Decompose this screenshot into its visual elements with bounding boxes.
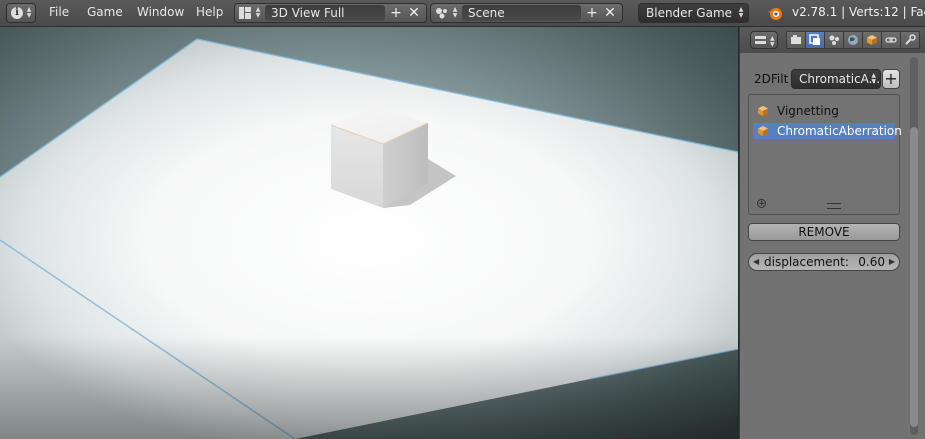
- filter-type-select[interactable]: ChromaticA... ▲ ▼: [791, 69, 881, 89]
- increment-arrow-icon[interactable]: ▶: [889, 254, 895, 270]
- up-down-icon: ▲ ▼: [26, 6, 32, 19]
- up-down-icon: ▲ ▼: [871, 72, 876, 85]
- editor-type-button[interactable]: i ▲ ▼: [6, 3, 36, 23]
- info-icon: i: [11, 7, 23, 19]
- menu-file[interactable]: File: [49, 5, 69, 25]
- viewport-scene: [0, 27, 738, 439]
- screen-layout-field[interactable]: 3D View Full: [265, 5, 385, 21]
- list-resize-icon[interactable]: +: [757, 199, 766, 209]
- panel-scrollbar[interactable]: [910, 57, 918, 435]
- up-down-icon: ▲ ▼: [452, 6, 458, 19]
- add-filter-button[interactable]: +: [882, 69, 900, 89]
- 3d-viewport[interactable]: [0, 27, 738, 439]
- list-item-chromatic-aberration[interactable]: ChromaticAberration: [753, 123, 902, 139]
- world-icon: [848, 35, 858, 45]
- scrollbar-thumb[interactable]: [910, 127, 918, 427]
- menu-window[interactable]: Window: [137, 5, 184, 25]
- constraints-tab[interactable]: [881, 31, 901, 49]
- scene-field[interactable]: Scene: [462, 5, 581, 21]
- object-cube-icon: [867, 35, 877, 45]
- delete-layout-button[interactable]: ✕: [405, 5, 423, 21]
- properties-header: ▲ ▼: [740, 27, 925, 53]
- scene-selector[interactable]: ▲ ▼ Scene + ✕: [430, 3, 623, 23]
- info-header: i ▲ ▼ File Game Window Help ▲ ▼ 3D View Fu…: [0, 0, 925, 27]
- menu-game[interactable]: Game: [87, 5, 123, 25]
- delete-scene-button[interactable]: ✕: [601, 5, 619, 21]
- displacement-value: 0.60: [858, 255, 885, 269]
- displacement-label: displacement:: [764, 255, 849, 269]
- screen-layout-selector[interactable]: ▲ ▼ 3D View Full + ✕: [234, 3, 427, 23]
- scene-stats: v2.78.1 | Verts:12 | Faces:: [792, 5, 925, 19]
- up-down-icon: ▲ ▼: [255, 6, 261, 19]
- object-cube-icon: [758, 126, 768, 136]
- filter-list[interactable]: Vignetting ChromaticAberration +: [748, 94, 902, 215]
- list-item-vignetting[interactable]: Vignetting: [753, 103, 895, 119]
- filter-type-value: ChromaticA...: [799, 72, 881, 86]
- list-item-label: ChromaticAberration: [777, 124, 902, 138]
- wrench-icon: [905, 34, 916, 45]
- world-tab[interactable]: [843, 31, 863, 49]
- layout-grid-icon: [239, 7, 251, 22]
- camera-icon: [791, 35, 801, 44]
- scene-icon: [435, 7, 449, 22]
- svg-text:▼: ▼: [770, 41, 775, 48]
- modifiers-tab[interactable]: [900, 31, 920, 49]
- object-cube-icon: [758, 106, 768, 116]
- scene-tab[interactable]: [824, 31, 844, 49]
- list-item-label: Vignetting: [777, 104, 839, 118]
- properties-editor-type-button[interactable]: ▲ ▼: [750, 31, 778, 49]
- scene-icon: [829, 35, 839, 45]
- add-scene-button[interactable]: +: [583, 5, 601, 21]
- decrement-arrow-icon[interactable]: ◀: [753, 254, 759, 270]
- render-layers-icon: [809, 34, 820, 45]
- list-grip-handle[interactable]: [827, 203, 841, 209]
- add-layout-button[interactable]: +: [387, 5, 405, 21]
- link-icon: [885, 37, 897, 43]
- context-tabs: [786, 31, 920, 49]
- render-engine-dropdown[interactable]: Blender Game ▲ ▼: [638, 3, 749, 23]
- object-tab[interactable]: [862, 31, 882, 49]
- remove-button[interactable]: REMOVE: [748, 223, 900, 241]
- render-engine-label: Blender Game: [646, 6, 733, 20]
- render-layers-tab[interactable]: [805, 31, 825, 49]
- render-tab[interactable]: [786, 31, 806, 49]
- properties-editor: ▲ ▼ 2DFilt ChromaticA... ▲ ▼ + Vignettin…: [739, 27, 925, 439]
- blender-logo-icon: [767, 5, 783, 25]
- filter-type-label: 2DFilt: [754, 72, 789, 86]
- up-down-icon: ▲ ▼: [738, 6, 744, 19]
- menu-help[interactable]: Help: [196, 5, 223, 25]
- displacement-field[interactable]: ◀ displacement: 0.60 ▶: [748, 253, 900, 271]
